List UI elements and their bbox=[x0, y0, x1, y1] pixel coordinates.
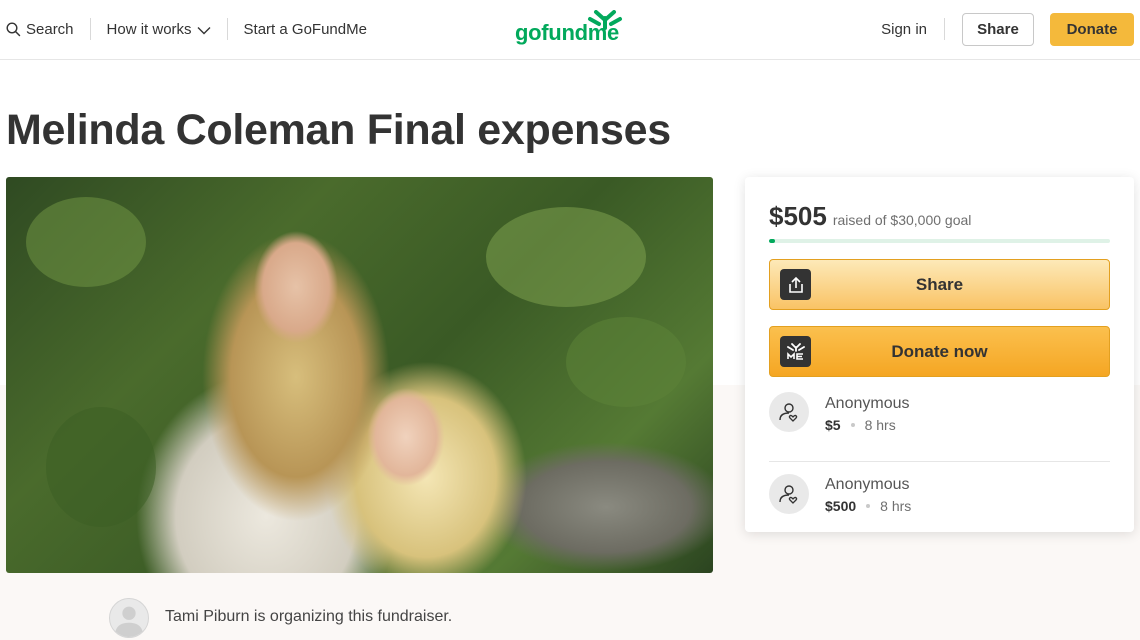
search-link[interactable]: Search bbox=[6, 21, 74, 38]
share-icon bbox=[780, 269, 811, 300]
donation-meta: $5 8 hrs bbox=[825, 417, 896, 433]
donor-avatar bbox=[769, 474, 809, 514]
donation-amount: $5 bbox=[825, 417, 841, 433]
foliage-decoration bbox=[486, 207, 646, 307]
start-gofundme-link[interactable]: Start a GoFundMe bbox=[244, 21, 367, 38]
top-nav: Search How it works Start a GoFundMe gof… bbox=[0, 0, 1140, 60]
gofundme-me-icon bbox=[780, 336, 811, 367]
sign-in-link[interactable]: Sign in bbox=[881, 21, 927, 38]
donate-now-button[interactable]: Donate now bbox=[769, 326, 1110, 377]
donor-avatar bbox=[769, 392, 809, 432]
donor-name: Anonymous bbox=[825, 476, 910, 493]
share-button-top[interactable]: Share bbox=[962, 12, 1034, 46]
progress-fill bbox=[769, 239, 775, 243]
donor-name: Anonymous bbox=[825, 395, 910, 412]
donation-meta: $500 8 hrs bbox=[825, 498, 911, 514]
chevron-down-icon bbox=[197, 26, 211, 34]
goal-text: raised of $30,000 goal bbox=[832, 212, 972, 228]
organizer-avatar[interactable] bbox=[109, 598, 149, 638]
foliage-decoration bbox=[26, 197, 146, 287]
nav-divider bbox=[89, 18, 91, 40]
nav-divider bbox=[944, 18, 945, 40]
how-it-works-label: How it works bbox=[106, 20, 192, 38]
user-silhouette-icon bbox=[114, 606, 144, 637]
donate-now-label: Donate now bbox=[891, 341, 988, 361]
donation-amount: $500 bbox=[825, 498, 857, 514]
organizer-text: Tami Piburn is organizing this fundraise… bbox=[165, 608, 453, 625]
nav-divider bbox=[226, 18, 228, 40]
donation-time: 8 hrs bbox=[880, 498, 912, 514]
search-icon bbox=[6, 21, 21, 36]
sprout-icon bbox=[588, 10, 622, 30]
raised-amount: $505 bbox=[769, 201, 827, 231]
progress-bar bbox=[769, 239, 1110, 243]
gofundme-logo[interactable]: gofundme bbox=[515, 10, 627, 48]
donor-heart-person-icon bbox=[779, 485, 798, 504]
campaign-photo[interactable] bbox=[6, 177, 713, 573]
foliage-decoration bbox=[566, 317, 686, 407]
share-button[interactable]: Share bbox=[769, 259, 1110, 310]
separator-dot bbox=[850, 423, 855, 427]
campaign-title: Melinda Coleman Final expenses bbox=[6, 106, 671, 154]
donation-item: Anonymous $5 8 hrs bbox=[769, 390, 1110, 450]
nav-left: Search How it works Start a GoFundMe bbox=[6, 0, 367, 58]
how-it-works-menu[interactable]: How it works bbox=[107, 21, 211, 38]
search-label: Search bbox=[26, 20, 74, 38]
donation-item: Anonymous $500 8 hrs bbox=[769, 461, 1110, 521]
donate-button-top[interactable]: Donate bbox=[1050, 12, 1134, 46]
raised-summary: $505 raised of $30,000 goal bbox=[769, 201, 971, 232]
start-gofundme-label: Start a GoFundMe bbox=[243, 20, 367, 38]
separator-dot bbox=[866, 504, 871, 508]
donation-card: $505 raised of $30,000 goal Share Donate… bbox=[745, 177, 1134, 532]
donation-time: 8 hrs bbox=[864, 417, 896, 433]
nav-right: Sign in Share Donate bbox=[881, 12, 1134, 46]
donor-heart-person-icon bbox=[779, 403, 798, 422]
foliage-decoration bbox=[46, 407, 156, 527]
share-button-label: Share bbox=[915, 274, 964, 294]
